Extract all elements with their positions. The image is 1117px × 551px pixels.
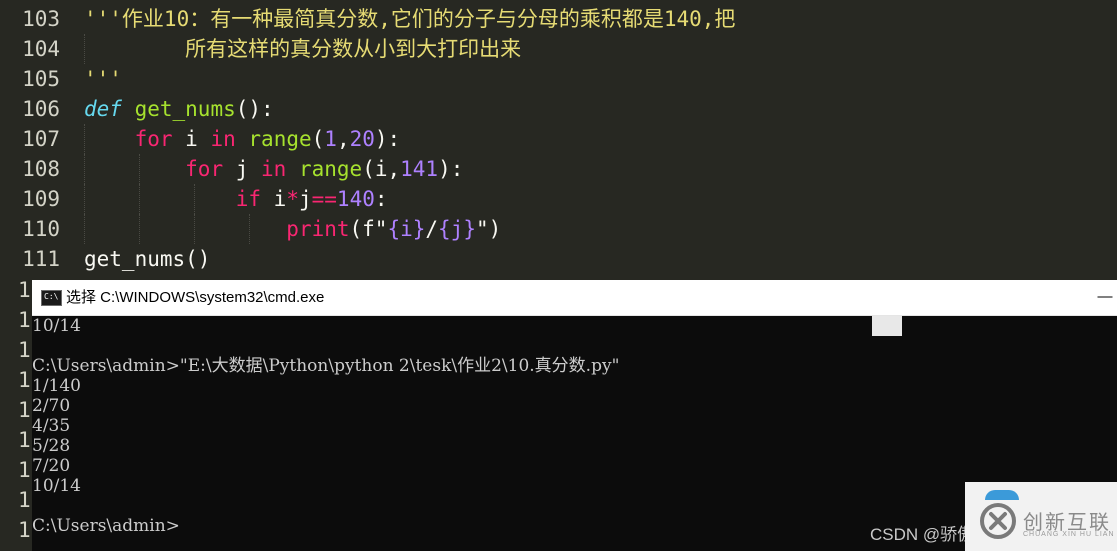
code-token: {j} <box>438 217 476 241</box>
terminal-line: 4/35 <box>32 416 71 436</box>
code-line[interactable]: 108 for j in range(i,141): <box>0 154 1117 184</box>
code-token: in <box>261 157 287 181</box>
code-token: / <box>425 217 439 241</box>
code-line[interactable]: 111 get_nums() <box>0 244 1117 274</box>
terminal-line: 10/14 <box>32 476 81 496</box>
code-token: for <box>185 157 224 181</box>
line-number: 108 <box>22 157 60 181</box>
code-token: ): <box>374 127 401 151</box>
code-line[interactable]: 103 '''作业10：有一种最简真分数,它们的分子与分母的乘积都是140,把 <box>0 4 1117 34</box>
code-token: ( <box>311 127 325 151</box>
code-token: == <box>311 187 337 211</box>
code-text: get_nums() <box>84 244 210 274</box>
code-token: (i, <box>362 157 401 181</box>
code-text: 所有这样的真分数从小到大打印出来 <box>84 34 521 64</box>
code-token: , <box>336 127 350 151</box>
code-token: 所有这样的真分数从小到大打印出来 <box>84 37 522 61</box>
csdn-watermark: CSDN @骄傲 <box>870 525 975 544</box>
terminal-line: 1/140 <box>32 376 81 396</box>
code-token: j <box>223 157 262 181</box>
code-token: ") <box>475 217 502 241</box>
code-token: get_nums() <box>84 247 211 271</box>
line-number: 103 <box>22 7 60 31</box>
code-token: (): <box>235 97 274 121</box>
selection-cursor-block <box>872 316 902 336</box>
terminal-output[interactable]: 10/14 C:\Users\admin>"E:\大数据\Python\pytho… <box>32 316 1117 551</box>
terminal-line: 10/14 <box>32 316 81 336</box>
code-token: i <box>172 127 211 151</box>
line-number: 110 <box>22 217 60 241</box>
code-text: for i in range(1,20): <box>84 124 401 154</box>
code-line[interactable]: 109 if i*j==140: <box>0 184 1117 214</box>
code-token: 20 <box>349 127 375 151</box>
cmd-titlebar[interactable]: C:\ 选择 C:\WINDOWS\system32\cmd.exe — <box>32 280 1117 316</box>
code-token: def <box>84 97 122 121</box>
code-line[interactable]: 110 print(f"{i}/{j}") <box>0 214 1117 244</box>
code-text: def get_nums(): <box>84 94 274 124</box>
brand-logo-icon <box>980 503 1016 539</box>
code-text: ''' <box>84 64 122 94</box>
code-text: '''作业10：有一种最简真分数,它们的分子与分母的乘积都是140,把 <box>84 4 735 34</box>
line-number: 105 <box>22 67 60 91</box>
line-number: 111 <box>22 247 60 271</box>
code-line[interactable]: 104 所有这样的真分数从小到大打印出来 <box>0 34 1117 64</box>
code-token: 140 <box>336 187 375 211</box>
code-token: : <box>374 187 388 211</box>
minimize-button[interactable]: — <box>1093 280 1117 315</box>
code-token: range <box>298 157 363 181</box>
code-token: ): <box>438 157 464 181</box>
watermark-subtext: CHUANG XIN HU LIAN <box>1023 531 1115 538</box>
code-token: j <box>298 187 312 211</box>
terminal-line: C:\Users\admin>"E:\大数据\Python\python 2\t… <box>32 356 620 376</box>
code-token: '''作业10：有一种最简真分数,它们的分子与分母的乘积都是140,把 <box>84 7 736 31</box>
line-number: 104 <box>22 37 60 61</box>
code-text: for j in range(i,141): <box>84 154 463 184</box>
code-token: for <box>134 127 173 151</box>
code-token: if <box>235 187 262 211</box>
terminal-line: 2/70 <box>32 396 71 416</box>
code-line[interactable]: 106 def get_nums(): <box>0 94 1117 124</box>
code-token: * <box>286 187 299 211</box>
brand-watermark: 创新互联 CHUANG XIN HU LIAN <box>965 482 1117 551</box>
code-text: print(f"{i}/{j}") <box>84 214 501 244</box>
terminal-line: 7/20 <box>32 456 71 476</box>
code-token: print <box>286 217 350 241</box>
cmd-window[interactable]: C:\ 选择 C:\WINDOWS\system32\cmd.exe — 10/… <box>32 280 1117 551</box>
code-token: (f" <box>349 217 388 241</box>
code-token: i <box>261 187 287 211</box>
code-token: {i} <box>387 217 426 241</box>
code-token: get_nums <box>134 97 236 121</box>
window-title: 选择 C:\WINDOWS\system32\cmd.exe <box>66 289 325 306</box>
line-number: 107 <box>22 127 60 151</box>
code-token: range <box>248 127 312 151</box>
terminal-icon: C:\ <box>41 290 62 306</box>
code-token: ''' <box>84 67 122 91</box>
code-token: in <box>210 127 236 151</box>
code-token: 1 <box>324 127 337 151</box>
line-number: 109 <box>22 187 60 211</box>
line-number: 106 <box>22 97 60 121</box>
code-text: if i*j==140: <box>84 184 388 214</box>
watermark-arc <box>985 490 1019 500</box>
code-line[interactable]: 107 for i in range(1,20): <box>0 124 1117 154</box>
terminal-line: 5/28 <box>32 436 71 456</box>
terminal-line: C:\Users\admin> <box>32 516 180 536</box>
code-line[interactable]: 105 ''' <box>0 64 1117 94</box>
code-token: 141 <box>400 157 439 181</box>
